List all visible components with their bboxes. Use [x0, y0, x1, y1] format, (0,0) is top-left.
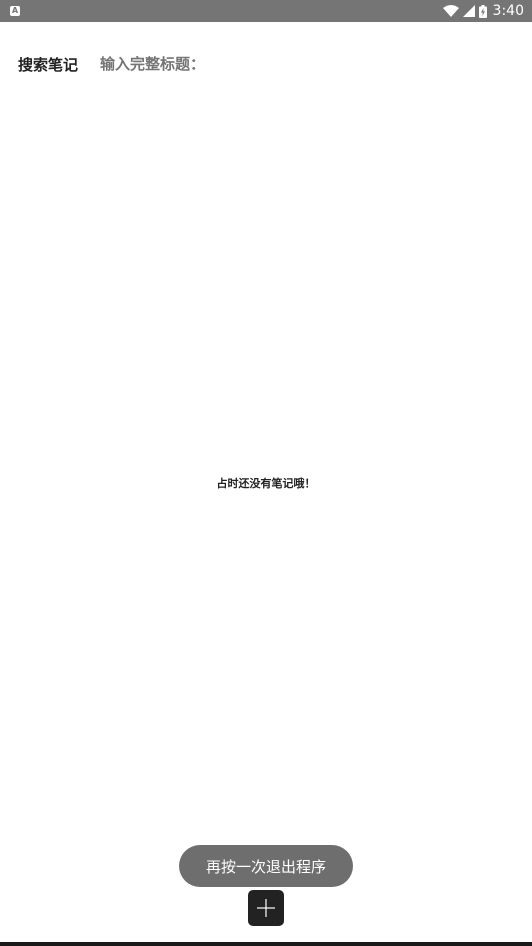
wifi-icon — [442, 5, 459, 17]
battery-charging-icon — [478, 4, 487, 18]
notification-app-letter: A — [11, 6, 19, 15]
add-note-button[interactable] — [248, 890, 284, 926]
search-input[interactable] — [100, 50, 510, 78]
bottom-divider — [0, 942, 532, 946]
status-icons: 3:40 — [442, 0, 524, 22]
plus-icon — [257, 899, 275, 917]
cell-signal-icon — [462, 5, 475, 17]
empty-state-message: 占时还没有笔记哦！ — [216, 477, 316, 490]
status-time: 3:40 — [492, 3, 524, 19]
exit-toast: 再按一次退出程序 — [179, 845, 353, 887]
status-bar: A 3:40 — [0, 0, 532, 22]
search-bar: 搜索笔记 — [0, 50, 532, 80]
search-label: 搜索笔记 — [18, 56, 79, 74]
notification-app-icon: A — [10, 6, 20, 16]
